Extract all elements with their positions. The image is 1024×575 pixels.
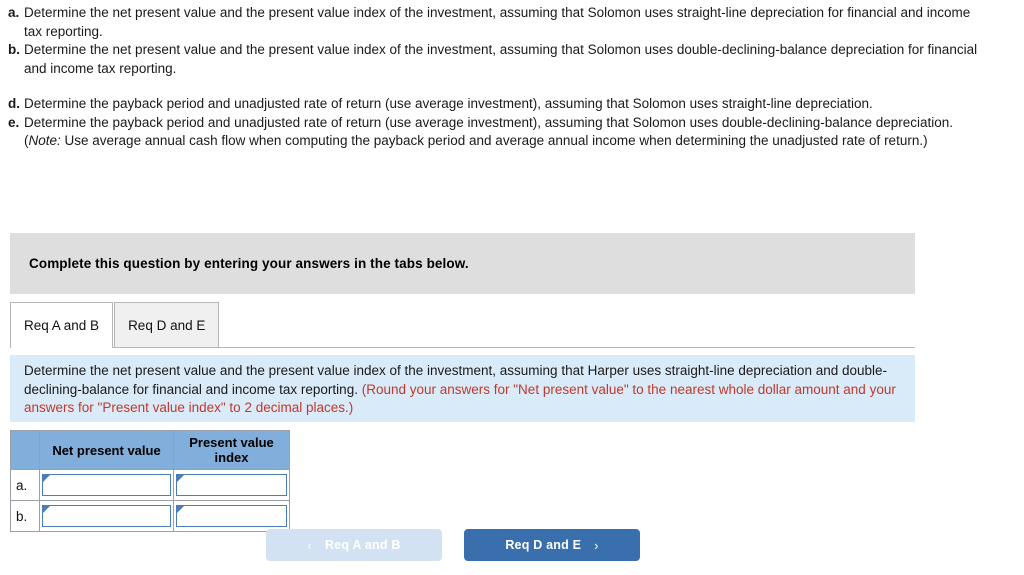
answer-cell-b-net-present-value[interactable]: [39, 500, 174, 532]
table-row: a.: [10, 469, 290, 501]
answer-cell-b-present-value-index[interactable]: [173, 500, 290, 532]
complete-question-text: Complete this question by entering your …: [29, 256, 469, 271]
chevron-left-icon: ‹: [307, 537, 312, 553]
requirement-text-b: Determine the net present value and the …: [24, 42, 978, 76]
answer-table-header-row: Net present value Present value index: [10, 430, 290, 470]
next-req-d-and-e-label: Req D and E: [505, 538, 582, 552]
requirements-group-ab: a. Determine the net present value and t…: [0, 4, 1024, 78]
answer-table: Net present value Present value index a.…: [10, 430, 290, 532]
requirement-text-e: Determine the payback period and unadjus…: [24, 114, 984, 151]
input-a-net-present-value[interactable]: [42, 474, 171, 496]
answer-table-header-net-present-value: Net present value: [39, 430, 174, 470]
requirement-letter-e: e.: [8, 114, 20, 130]
answer-table-body: a. b.: [10, 469, 290, 532]
complete-question-bar: Complete this question by entering your …: [10, 233, 915, 294]
requirements-list: a. Determine the net present value and t…: [0, 0, 1024, 151]
answer-cell-a-net-present-value[interactable]: [39, 469, 174, 501]
requirement-text-d: Determine the payback period and unadjus…: [24, 96, 873, 111]
requirement-text-a: Determine the net present value and the …: [24, 5, 971, 39]
input-a-present-value-index[interactable]: [176, 474, 287, 496]
requirement-tabs: Req A and B Req D and E: [10, 302, 915, 348]
input-b-present-value-index[interactable]: [176, 505, 287, 527]
requirements-spacer: [0, 78, 1024, 95]
requirement-item-a: a. Determine the net present value and t…: [0, 4, 1024, 41]
requirements-group-de: d. Determine the payback period and unad…: [0, 95, 1024, 151]
prev-req-a-and-b-label: Req A and B: [324, 538, 401, 552]
answer-table-header-present-value-index: Present value index: [173, 430, 290, 470]
answer-table-head: Net present value Present value index: [10, 430, 290, 470]
requirement-item-b: b. Determine the net present value and t…: [0, 41, 1024, 78]
tab-req-d-and-e-label: Req D and E: [128, 317, 206, 333]
table-row: b.: [10, 500, 290, 532]
tab-instruction-panel: Determine the net present value and the …: [10, 355, 915, 422]
tab-req-d-and-e[interactable]: Req D and E: [114, 302, 220, 347]
answer-table-header-corner: [10, 430, 40, 470]
next-req-d-and-e-button[interactable]: Req D and E ›: [464, 529, 640, 561]
tab-req-a-and-b-label: Req A and B: [24, 318, 100, 333]
prev-req-a-and-b-button[interactable]: ‹ Req A and B: [266, 529, 442, 561]
requirement-letter-b: b.: [8, 42, 20, 57]
requirement-letter-d: d.: [8, 96, 20, 111]
tab-req-a-and-b[interactable]: Req A and B: [10, 302, 114, 348]
requirement-item-e: e. Determine the payback period and unad…: [0, 114, 1024, 151]
answer-cell-a-present-value-index[interactable]: [173, 469, 290, 501]
requirement-note-label-e: Note:: [28, 133, 61, 148]
requirement-letter-a: a.: [8, 5, 20, 20]
tab-navigation-buttons: ‹ Req A and B Req D and E ›: [266, 529, 640, 561]
answer-row-label-b: b.: [10, 500, 40, 532]
answer-row-label-a: a.: [10, 469, 40, 501]
chevron-right-icon: ›: [594, 537, 599, 553]
input-b-net-present-value[interactable]: [42, 505, 171, 527]
requirement-item-d: d. Determine the payback period and unad…: [0, 95, 1024, 114]
requirement-text-e-part2: Use average annual cash flow when comput…: [60, 133, 928, 148]
